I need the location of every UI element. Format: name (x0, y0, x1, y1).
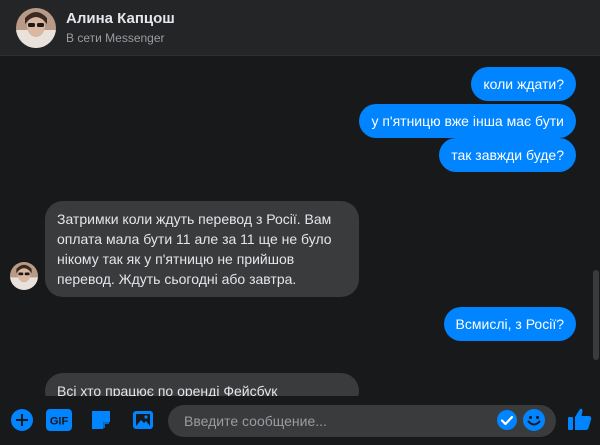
contact-info: Алина Капцош В сети Messenger (66, 9, 175, 46)
gif-icon[interactable]: GIF (45, 407, 73, 433)
plus-circle-icon[interactable] (9, 407, 35, 433)
message-outgoing[interactable]: Всмислі, з Росії? (443, 307, 576, 341)
conversation-header: Алина Капцош В сети Messenger (0, 0, 600, 56)
check-circle-icon[interactable] (496, 409, 518, 431)
message-outgoing[interactable]: коли ждати? (471, 67, 576, 101)
contact-status: В сети Messenger (66, 31, 165, 45)
message-incoming[interactable]: Затримки коли ждуть перевод з Росії. Вам… (45, 201, 359, 297)
message-incoming[interactable]: Всі хто працює по оренді Фейсбук (45, 373, 359, 396)
message-outgoing[interactable]: так завжди буде? (439, 138, 576, 172)
gif-label: GIF (50, 416, 69, 428)
emoji-icon[interactable] (522, 408, 546, 432)
sender-avatar (10, 262, 38, 290)
image-icon[interactable] (130, 407, 156, 433)
message-outgoing[interactable]: у п'ятницю вже інша має бути (359, 104, 576, 138)
like-icon[interactable] (566, 405, 594, 433)
contact-name[interactable]: Алина Капцош (66, 9, 175, 29)
contact-avatar[interactable] (16, 7, 56, 48)
sticker-icon[interactable] (88, 407, 114, 433)
message-list[interactable]: коли ждати? у п'ятницю вже інша має бути… (0, 57, 590, 396)
scrollbar-thumb[interactable] (593, 270, 599, 360)
